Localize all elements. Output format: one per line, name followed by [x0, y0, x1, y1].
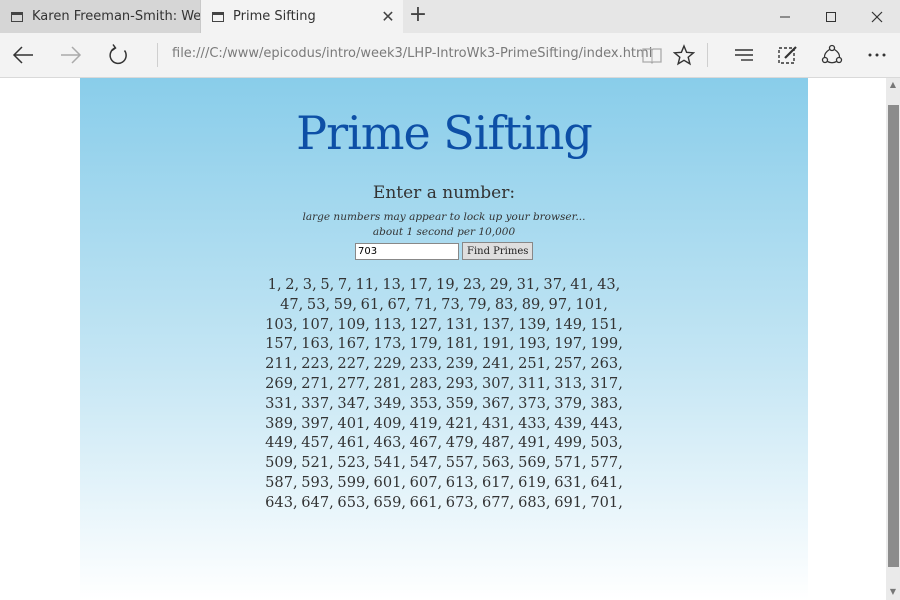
page-icon	[212, 11, 224, 22]
primes-result: 1, 2, 3, 5, 7, 11, 13, 17, 19, 23, 29, 3…	[265, 276, 623, 511]
timing-note: about 1 second per 10,000	[372, 226, 516, 238]
tab-prime-sifting[interactable]: Prime Sifting ✕	[201, 0, 403, 33]
scroll-down-icon[interactable]: ▼	[886, 585, 900, 599]
divider	[157, 43, 158, 67]
tab-karen-freeman-smith[interactable]: Karen Freeman-Smith: Web	[0, 0, 201, 33]
page-title: Prime Sifting	[296, 106, 593, 160]
page-content: Prime Sifting Enter a number: large numb…	[80, 78, 808, 600]
tab-title: Prime Sifting	[233, 9, 316, 24]
number-prompt: Enter a number:	[372, 183, 516, 203]
tab-strip: Karen Freeman-Smith: Web Prime Sifting ✕…	[0, 0, 900, 33]
scrollbar-thumb[interactable]	[888, 105, 899, 567]
number-input[interactable]	[355, 242, 459, 260]
page-icon	[11, 11, 23, 22]
address-bar[interactable]: file:///C:/www/epicodus/intro/week3/LHP-…	[172, 46, 652, 61]
scroll-up-icon[interactable]: ▲	[886, 78, 900, 92]
close-tab-icon[interactable]: ✕	[373, 7, 403, 26]
navigation-bar: file:///C:/www/epicodus/intro/week3/LHP-…	[0, 33, 900, 78]
hub-icon[interactable]	[729, 41, 759, 69]
back-arrow-icon[interactable]	[8, 41, 38, 69]
new-tab-icon[interactable]: +	[406, 4, 430, 28]
reading-view-icon[interactable]	[637, 41, 667, 69]
star-icon[interactable]	[669, 41, 699, 69]
forward-arrow-icon[interactable]	[56, 41, 86, 69]
divider	[707, 43, 708, 67]
tab-title: Karen Freeman-Smith: Web	[32, 9, 200, 24]
minimize-icon[interactable]	[762, 0, 808, 33]
warning-note: large numbers may appear to lock up your…	[302, 211, 586, 223]
window-close-icon[interactable]	[854, 0, 900, 33]
maximize-icon[interactable]	[808, 0, 854, 33]
prime-form: Find Primes	[355, 241, 534, 261]
more-icon[interactable]	[862, 41, 892, 69]
share-icon[interactable]	[817, 41, 847, 69]
find-primes-button[interactable]: Find Primes	[462, 242, 534, 260]
refresh-icon[interactable]	[104, 41, 134, 69]
web-note-icon[interactable]	[773, 41, 803, 69]
